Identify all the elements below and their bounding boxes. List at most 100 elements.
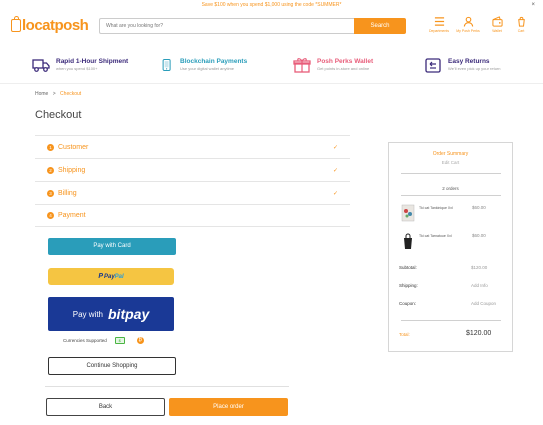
gift-icon: [293, 58, 311, 73]
promo-banner: Save $100 when you spend $1,000 using th…: [0, 0, 543, 11]
nav-label: Cart: [517, 29, 525, 33]
total-label: Total:: [399, 332, 410, 337]
site-logo[interactable]: locatposh: [11, 15, 89, 35]
step-label: Payment: [58, 212, 86, 219]
breadcrumb-separator: >: [52, 91, 56, 97]
paypal-logo-icon: P: [98, 273, 103, 280]
site-header: locatposh Search Departments My Posh Per…: [0, 12, 543, 40]
continue-shopping-button[interactable]: Continue Shopping: [48, 357, 176, 375]
paypal-post: Pal: [114, 273, 124, 280]
feature-title: Rapid 1-Hour Shipment: [56, 58, 129, 65]
logo-text: locatposh: [22, 16, 89, 34]
step-shipping[interactable]: 2 Shipping ✓: [35, 158, 350, 181]
summary-item: Tki cat Tarnatoue Xxl $60.00: [401, 231, 486, 250]
truck-icon: [32, 59, 50, 72]
feature-shipping: Rapid 1-Hour Shipment when you spend $10…: [32, 57, 128, 73]
step-label: Billing: [58, 189, 77, 197]
nav-wallet[interactable]: Wallet: [483, 16, 511, 33]
feature-subtitle: Use your digital wallet anytime: [180, 66, 235, 71]
step-number: 4: [47, 212, 54, 219]
add-shipping-info-link[interactable]: Add Info: [471, 283, 488, 288]
orders-count: 2 orders: [442, 186, 459, 191]
step-billing[interactable]: 3 Billing ✓: [35, 181, 350, 204]
item-name: Tki cat Tankinique Xxl: [419, 206, 453, 210]
divider: [45, 386, 289, 387]
step-number: 2: [47, 166, 54, 174]
divider: [401, 173, 501, 174]
currencies-supported: Currencies Supported $ ₿: [63, 337, 144, 344]
feature-title: Blockchain Payments: [180, 58, 248, 65]
cash-icon: $: [114, 337, 125, 344]
summary-item: Tki cat Tankinique Xxl $60.00: [401, 203, 486, 222]
promo-text: Save $100 when you spend $1,000 using th…: [201, 2, 342, 8]
product-thumbnail: [404, 233, 412, 249]
wallet-icon: [491, 16, 503, 27]
total-value: $120.00: [466, 330, 492, 337]
feature-returns: Easy Returns We'll even pick up your ret…: [424, 57, 501, 73]
search-input[interactable]: [99, 18, 354, 34]
subtotal-row: Subtotal: $120.00: [399, 265, 504, 270]
feature-subtitle: when you spend $100+: [56, 66, 98, 71]
phone-icon: [162, 59, 171, 71]
step-number: 1: [47, 143, 54, 151]
bag-icon: [11, 15, 21, 32]
summary-title: Order Summary: [432, 151, 469, 157]
check-icon: ✓: [332, 144, 338, 151]
feature-title: Easy Returns: [448, 58, 490, 65]
item-name: Tki cat Tarnatoue Xxl: [419, 234, 452, 238]
back-button[interactable]: Back: [46, 398, 165, 416]
paypal-wordmark: PayPal: [104, 274, 124, 280]
feature-subtitle: We'll even pick up your return: [448, 66, 501, 71]
step-label: Customer: [58, 143, 89, 151]
step-payment[interactable]: 4 Payment: [35, 204, 350, 227]
paypal-button[interactable]: P PayPal: [48, 268, 174, 285]
nav-cart[interactable]: Cart: [512, 16, 530, 33]
breadcrumb-current: Checkout: [60, 91, 82, 97]
bitpay-button[interactable]: Pay with bitpay: [48, 297, 174, 331]
edit-cart-link[interactable]: Edit Cart: [389, 160, 512, 165]
cart-icon: [517, 16, 525, 27]
place-order-button[interactable]: Place order: [169, 398, 288, 416]
nav-label: Wallet: [492, 29, 502, 33]
bitcoin-icon: ₿: [136, 337, 144, 344]
check-icon: ✓: [332, 167, 338, 174]
close-icon[interactable]: ×: [531, 0, 535, 11]
item-price: $60.00: [472, 233, 486, 238]
shipping-row: Shipping: Add Info: [399, 283, 504, 288]
breadcrumb: Home > Checkout: [35, 91, 81, 97]
nav-departments[interactable]: Departments: [425, 16, 453, 33]
bitpay-logo: bitpay: [108, 306, 150, 322]
features-strip: Rapid 1-Hour Shipment when you spend $10…: [0, 52, 543, 80]
add-coupon-link[interactable]: Add Coupon: [471, 301, 496, 306]
feature-title: Posh Perks Wallet: [317, 58, 374, 65]
header-nav: Departments My Posh Perks Wallet Cart: [425, 16, 531, 33]
page-title: Checkout: [35, 109, 82, 121]
feature-subtitle: Get points in-store and online: [317, 66, 370, 71]
coupon-row: Coupon: Add Coupon: [399, 301, 504, 306]
product-thumbnail: [401, 204, 415, 222]
bitpay-prefix: Pay with: [72, 309, 103, 319]
currencies-label: Currencies Supported: [63, 338, 107, 343]
shipping-label: Shipping:: [399, 283, 418, 288]
check-icon: ✓: [332, 190, 338, 197]
item-price: $60.00: [472, 205, 486, 210]
divider: [401, 195, 501, 196]
step-customer[interactable]: 1 Customer ✓: [35, 135, 350, 158]
return-icon: [425, 58, 441, 73]
subtotal-value: $120.00: [471, 265, 488, 270]
nav-label: My Posh Perks: [456, 29, 480, 33]
pay-with-card-button[interactable]: Pay with Card: [48, 238, 176, 255]
nav-label: Departments: [428, 29, 450, 33]
breadcrumb-home[interactable]: Home: [35, 91, 48, 97]
search-bar: Search: [99, 18, 406, 34]
user-icon: [463, 16, 473, 27]
coupon-label: Coupon:: [399, 301, 417, 306]
paypal-pre: Pay: [103, 273, 115, 280]
checkout-steps: 1 Customer ✓ 2 Shipping ✓ 3 Billing ✓ 4 …: [35, 135, 350, 227]
order-summary: Order Summary Edit Cart 2 orders Tki cat…: [388, 142, 513, 352]
feature-blockchain: Blockchain Payments Use your digital wal…: [160, 57, 247, 73]
search-button[interactable]: Search: [354, 18, 406, 34]
feature-perks: Posh Perks Wallet Get points in-store an…: [293, 57, 373, 73]
nav-posh-perks[interactable]: My Posh Perks: [454, 16, 482, 33]
menu-icon: [434, 17, 444, 26]
